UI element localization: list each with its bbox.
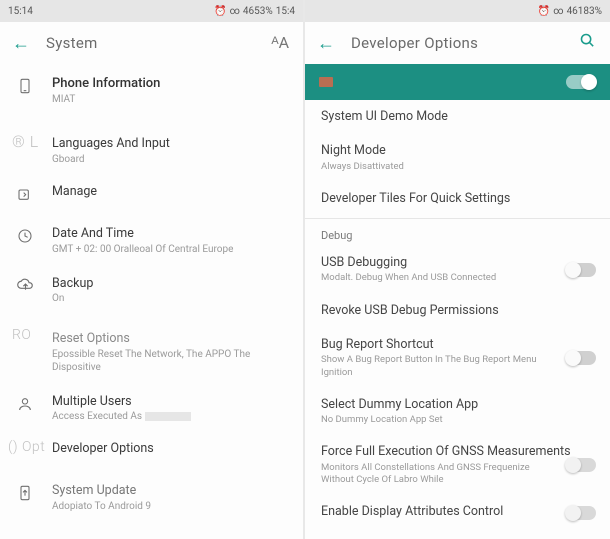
watermark-text: ® L bbox=[12, 132, 39, 151]
status-bar: 15:14 ⏰ ∞ 4653% 15:4 bbox=[0, 0, 303, 22]
app-bar: ← Developer Options bbox=[305, 22, 610, 64]
row-title: Developer Options bbox=[52, 441, 289, 457]
row-sub: GMT + 02: 00 Oralleoal Of Central Europe bbox=[52, 243, 289, 256]
row-force-gnss[interactable]: Force Full Execution Of GNSS Measurement… bbox=[305, 435, 610, 495]
row-title: Bug Report Shortcut bbox=[321, 337, 594, 353]
status-right: ⏰ ∞ 4653% 15:4 bbox=[214, 6, 295, 17]
row-title: Developer Tiles For Quick Settings bbox=[321, 191, 594, 207]
row-title: Manage bbox=[52, 184, 289, 200]
row-title: USB Debugging bbox=[321, 255, 594, 271]
gnss-switch[interactable] bbox=[566, 458, 596, 472]
row-revoke-usb[interactable]: Revoke USB Debug Permissions bbox=[305, 294, 610, 328]
system-settings-screen: 15:14 ⏰ ∞ 4653% 15:4 ← System ᴬA Phone I… bbox=[0, 0, 305, 539]
row-backup[interactable]: Backup On bbox=[0, 266, 303, 316]
row-bug-report[interactable]: Bug Report Shortcut Show A Bug Report Bu… bbox=[305, 328, 610, 388]
row-title: Backup bbox=[52, 276, 289, 292]
row-sub: MIAT bbox=[52, 93, 289, 106]
status-right: ⏰ ∞ 46183% bbox=[538, 6, 602, 17]
row-title: Select Dummy Location App bbox=[321, 397, 594, 413]
row-sub: Adopiato To Android 9 bbox=[52, 500, 289, 513]
row-title: Force Full Execution Of GNSS Measurement… bbox=[321, 444, 594, 460]
row-multiple-users[interactable]: Multiple Users Access Executed As bbox=[0, 384, 303, 434]
battery-text: 46183% bbox=[567, 6, 602, 17]
row-mock-location[interactable]: Select Dummy Location App No Dummy Locat… bbox=[305, 388, 610, 436]
back-arrow-icon[interactable]: ← bbox=[317, 33, 335, 54]
row-title: System Update bbox=[52, 483, 289, 499]
row-sub: No Dummy Location App Set bbox=[321, 414, 594, 426]
status-extra: 15:4 bbox=[276, 6, 295, 17]
row-developer-options[interactable]: () Opt Developer Options bbox=[0, 433, 303, 473]
battery-text: 4653% bbox=[243, 6, 273, 17]
row-title: Phone Information bbox=[52, 76, 289, 92]
row-title: Date And Time bbox=[52, 226, 289, 242]
developer-options-screen: ⏰ ∞ 46183% ← Developer Options System UI… bbox=[305, 0, 610, 539]
row-qs-tiles[interactable]: Developer Tiles For Quick Settings bbox=[305, 182, 610, 216]
row-sub: Monitors All Constellations And GNSS Fre… bbox=[321, 462, 594, 487]
font-size-action[interactable]: ᴬA bbox=[271, 33, 289, 53]
row-sub: Access Executed As bbox=[52, 410, 289, 423]
page-title: System bbox=[46, 34, 98, 52]
display-attrs-switch[interactable] bbox=[566, 506, 596, 520]
row-sub: Show A Bug Report Button In The Bug Repo… bbox=[321, 354, 594, 379]
status-time: 15:14 bbox=[8, 6, 33, 17]
settings-list: Phone Information MIAT ® L Languages And… bbox=[0, 64, 303, 523]
row-sub: Epossible Reset The Network, The APPO Th… bbox=[52, 348, 289, 374]
row-system-update[interactable]: System Update Adopiato To Android 9 bbox=[0, 473, 303, 523]
row-title: Languages And Input bbox=[52, 136, 289, 152]
master-switch[interactable] bbox=[566, 75, 596, 89]
row-demo-mode[interactable]: System UI Demo Mode bbox=[305, 100, 610, 134]
row-usb-debugging[interactable]: USB Debugging Modalt. Debug When And USB… bbox=[305, 246, 610, 294]
user-icon bbox=[16, 395, 34, 413]
row-sub: Always Disattivated bbox=[321, 161, 594, 173]
row-title: Multiple Users bbox=[52, 394, 289, 410]
row-sub: Gboard bbox=[52, 153, 289, 166]
bug-report-switch[interactable] bbox=[566, 351, 596, 365]
row-title: Revoke USB Debug Permissions bbox=[321, 303, 594, 319]
link-icon: ∞ bbox=[553, 6, 563, 17]
master-toggle-banner[interactable] bbox=[305, 64, 610, 100]
redacted-block bbox=[145, 412, 191, 421]
row-reset[interactable]: RO Reset Options Epossible Reset The Net… bbox=[0, 321, 303, 384]
link-icon: ∞ bbox=[230, 6, 240, 17]
manage-icon bbox=[16, 187, 34, 205]
row-title: Night Mode bbox=[321, 143, 594, 159]
search-icon[interactable] bbox=[579, 32, 596, 54]
cloud-upload-icon bbox=[16, 277, 34, 295]
page-title: Developer Options bbox=[351, 34, 478, 52]
row-sub: On bbox=[52, 292, 289, 305]
banner-badge-icon bbox=[319, 77, 333, 87]
row-title: Enable Display Attributes Control bbox=[321, 504, 594, 520]
divider bbox=[305, 218, 610, 219]
status-bar: ⏰ ∞ 46183% bbox=[305, 0, 610, 22]
alarm-icon: ⏰ bbox=[214, 6, 226, 17]
app-bar: ← System ᴬA bbox=[0, 22, 303, 64]
row-sub: Modalt. Debug When And USB Connected bbox=[321, 272, 594, 284]
row-date-time[interactable]: Date And Time GMT + 02: 00 Oralleoal Of … bbox=[0, 216, 303, 266]
back-arrow-icon[interactable]: ← bbox=[12, 33, 30, 54]
row-title: System UI Demo Mode bbox=[321, 109, 594, 125]
usb-debug-switch[interactable] bbox=[566, 263, 596, 277]
system-update-icon bbox=[16, 484, 34, 502]
row-display-attrs[interactable]: Enable Display Attributes Control bbox=[305, 495, 610, 529]
watermark-text: () Opt bbox=[8, 439, 45, 455]
watermark-text: RO bbox=[12, 327, 31, 343]
row-night-mode[interactable]: Night Mode Always Disattivated bbox=[305, 134, 610, 182]
clock-icon bbox=[16, 227, 34, 245]
alarm-icon: ⏰ bbox=[538, 6, 550, 17]
phone-icon bbox=[16, 77, 34, 95]
row-manage[interactable]: Manage bbox=[0, 176, 303, 216]
row-phone-info[interactable]: Phone Information MIAT bbox=[0, 66, 303, 116]
section-debug: Debug bbox=[305, 221, 610, 246]
row-languages[interactable]: ® L Languages And Input Gboard bbox=[0, 126, 303, 176]
row-title: Reset Options bbox=[52, 331, 289, 347]
